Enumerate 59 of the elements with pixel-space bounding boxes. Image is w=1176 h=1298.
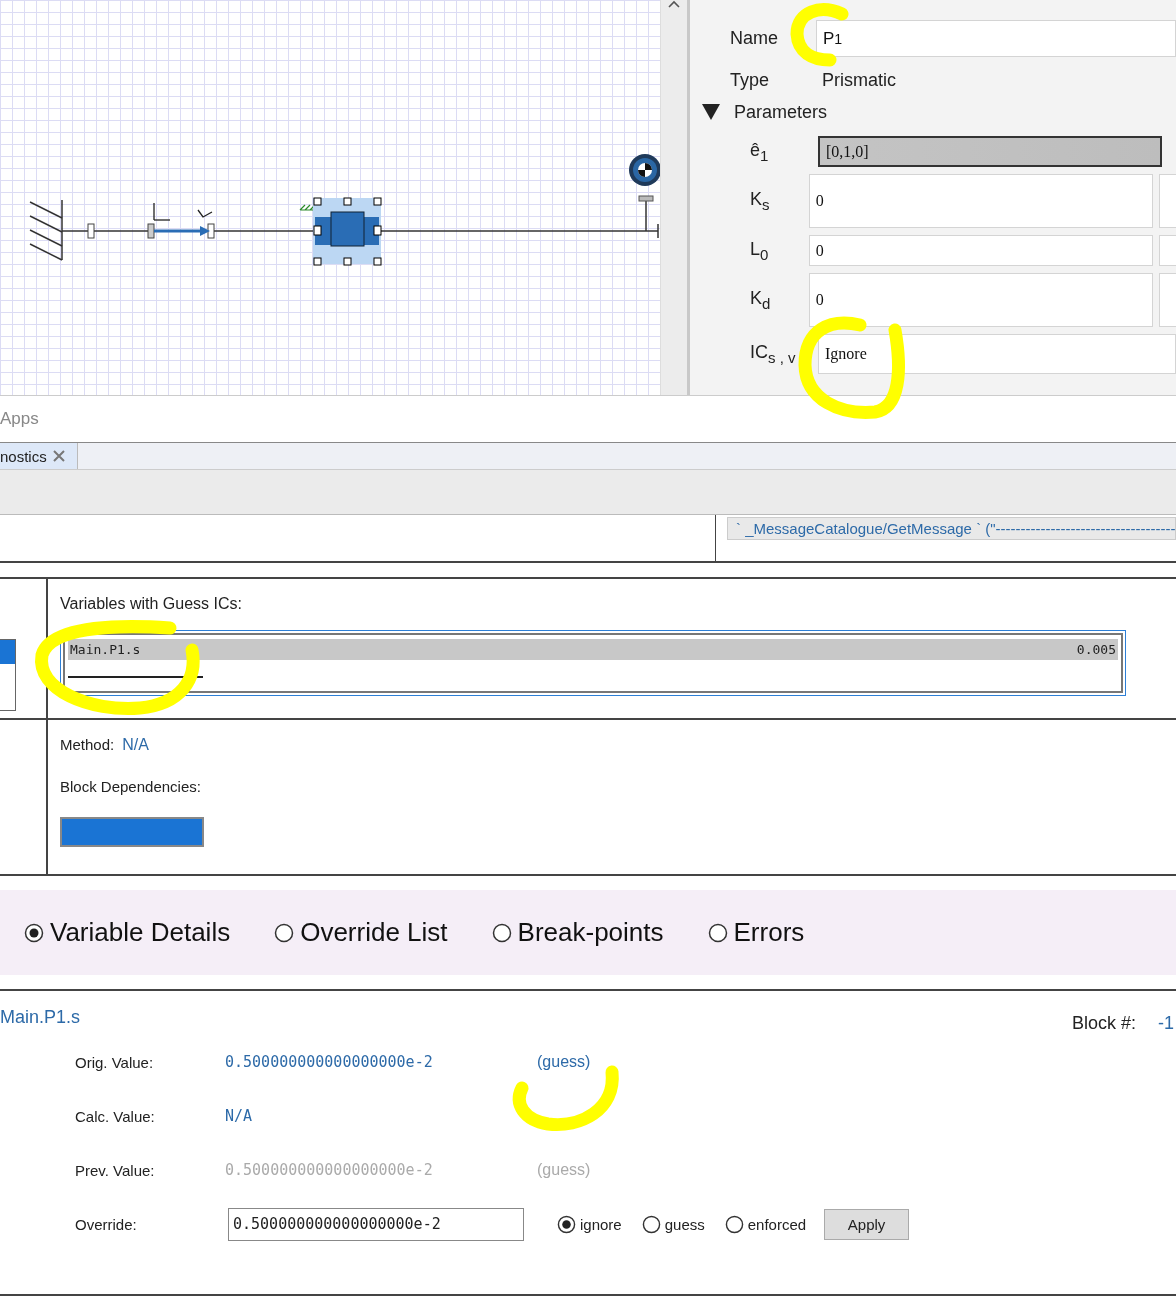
parameter-label: ê$_{1}$ bbox=[750, 139, 770, 164]
override-field[interactable]: 0.500000000000000000e-2 bbox=[228, 1207, 524, 1241]
radio-label[interactable]: ignore bbox=[580, 1215, 622, 1233]
parameter-field[interactable]: Ignore bbox=[818, 334, 1176, 374]
variable-list[interactable]: Main.P1.s 0.005 bbox=[60, 630, 1126, 696]
parameter-label: IC$_{s , v}$ bbox=[750, 342, 797, 366]
value-text: N/A bbox=[225, 1107, 254, 1125]
target-icon[interactable] bbox=[629, 154, 660, 186]
block-label: Block #: bbox=[1071, 1013, 1136, 1035]
collapse-icon[interactable] bbox=[702, 104, 720, 120]
scroll-up-icon[interactable] bbox=[668, 0, 680, 8]
close-icon[interactable] bbox=[52, 450, 65, 462]
parameter-label: K$_{d}$ bbox=[750, 288, 772, 312]
radio-button[interactable] bbox=[641, 1214, 661, 1234]
radio-label[interactable]: guess bbox=[664, 1215, 705, 1233]
radio-label[interactable]: Variable Details bbox=[50, 917, 231, 948]
list-item[interactable]: Main.P1.s 0.005 bbox=[68, 639, 1118, 660]
list-fragment bbox=[0, 639, 16, 711]
unit-field[interactable] bbox=[1158, 174, 1176, 228]
list-title: Variables with Guess ICs: bbox=[60, 595, 243, 613]
value-note: (guess) bbox=[537, 1161, 591, 1179]
value-text: 0.500000000000000000e-2 bbox=[225, 1161, 434, 1179]
section-title: Parameters bbox=[734, 101, 828, 123]
name-label: Name bbox=[730, 28, 779, 49]
value-label: Prev. Value: bbox=[75, 1161, 156, 1179]
dependencies-label: Block Dependencies: bbox=[60, 778, 202, 795]
radio-button[interactable] bbox=[707, 922, 728, 943]
panel-title: Apps bbox=[0, 409, 39, 429]
radio-button[interactable] bbox=[274, 922, 295, 943]
parameter-label: L$_{0}$ bbox=[750, 238, 770, 263]
radio-label[interactable]: Break-points bbox=[517, 917, 664, 948]
radio-button[interactable] bbox=[491, 922, 512, 943]
parameter-field[interactable]: [0,1,0] bbox=[818, 136, 1162, 167]
apply-button[interactable]: Apply bbox=[824, 1208, 910, 1240]
radio-label[interactable]: Errors bbox=[733, 917, 805, 948]
radio-button[interactable] bbox=[724, 1214, 744, 1234]
parameter-label: K$_{s}$ bbox=[750, 189, 771, 213]
value-label: Orig. Value: bbox=[75, 1053, 155, 1071]
parameter-field[interactable]: 0 bbox=[808, 273, 1153, 327]
value-text: 0.500000000000000000e-2 bbox=[225, 1053, 434, 1071]
variable-name: Main.P1.s bbox=[0, 1007, 81, 1029]
type-label: Type bbox=[730, 69, 771, 91]
unit-field[interactable] bbox=[1158, 235, 1176, 266]
method-label: Method: bbox=[60, 736, 115, 753]
method-value: N/A bbox=[122, 736, 149, 753]
highlight-mark bbox=[790, 3, 849, 67]
radio-label[interactable]: Override List bbox=[300, 917, 448, 948]
parameter-field[interactable]: 0 bbox=[808, 235, 1153, 266]
value-note: (guess) bbox=[537, 1053, 591, 1071]
type-value: Prismatic bbox=[822, 69, 896, 91]
radio-button[interactable] bbox=[557, 1214, 576, 1234]
parameter-field[interactable]: 0 bbox=[808, 174, 1153, 228]
tab[interactable]: nostics bbox=[0, 443, 78, 469]
override-label: Override: bbox=[75, 1215, 138, 1233]
value-label: Calc. Value: bbox=[75, 1107, 156, 1125]
block-value: -1 bbox=[1158, 1013, 1174, 1035]
radio-label[interactable]: enforced bbox=[747, 1215, 807, 1233]
radio-button[interactable] bbox=[24, 922, 44, 943]
unit-field[interactable] bbox=[1158, 273, 1176, 327]
